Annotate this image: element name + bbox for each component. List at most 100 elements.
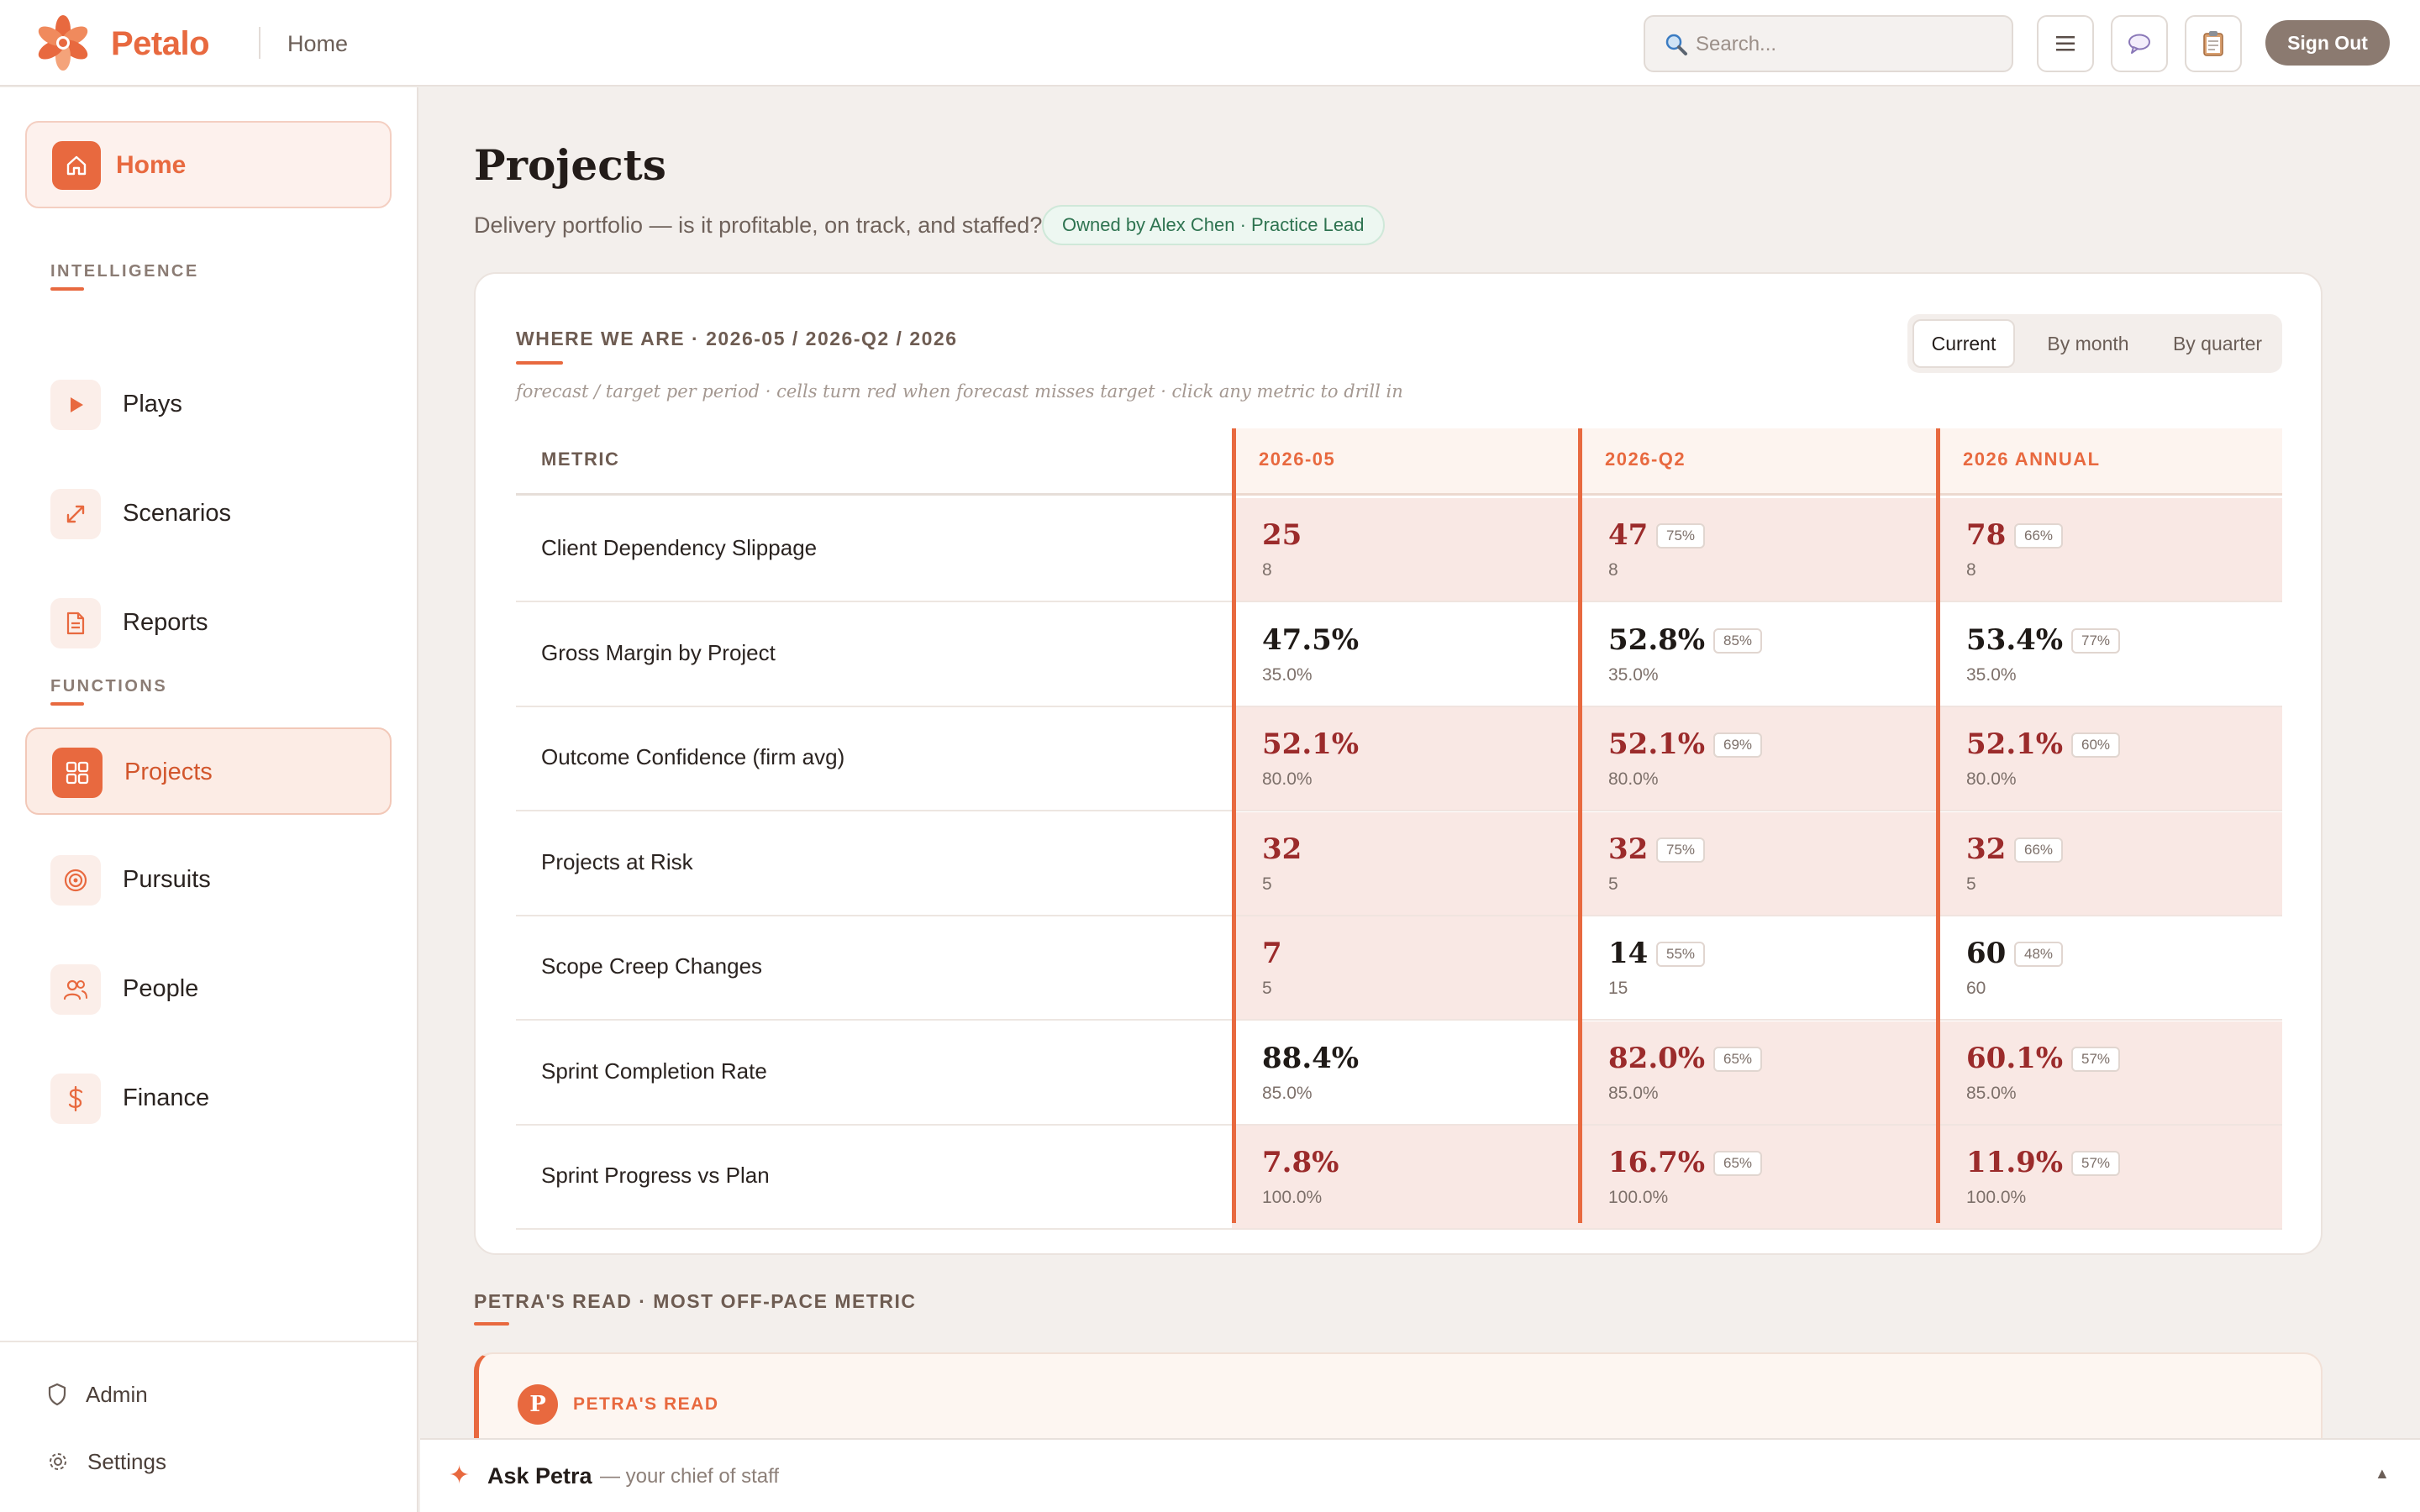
metric-value-cell[interactable]: 52.1% 80.0% [1232, 707, 1578, 811]
sidebar-item-label: Settings [87, 1448, 166, 1474]
home-icon [52, 141, 101, 190]
forecast-value: 16.7% [1608, 1146, 1706, 1179]
metric-name-cell[interactable]: Outcome Confidence (firm avg) [516, 707, 1232, 811]
column-header-annual: 2026 ANNUAL [1936, 428, 2282, 496]
metric-name-cell[interactable]: Scope Creep Changes [516, 916, 1232, 1021]
metric-value-cell[interactable]: 32 5 66% [1936, 811, 2282, 916]
petalo-logo-icon[interactable] [34, 13, 92, 72]
progress-pct-badge: 57% [2071, 1151, 2121, 1176]
sidebar-item-label: Pursuits [123, 866, 211, 893]
forecast-value: 88.4% [1262, 1041, 1360, 1075]
table-row[interactable]: Sprint Completion Rate 88.4% 85.0% 82.0% 85.… [516, 1021, 2282, 1126]
people-icon [50, 964, 101, 1015]
toggle-by-quarter[interactable]: By quarter [2156, 319, 2279, 368]
target-value: 85.0% [1608, 1083, 1659, 1103]
sidebar-item-label: Reports [123, 609, 208, 636]
metric-name: Gross Margin by Project [541, 639, 776, 665]
metric-value-cell[interactable]: 78 8 66% [1936, 498, 2282, 602]
table-row[interactable]: Scope Creep Changes 7 5 14 15 55% 60 60 48% [516, 916, 2282, 1021]
metric-value-cell[interactable]: 60 60 48% [1936, 916, 2282, 1021]
period-divider [1578, 428, 1582, 1223]
metric-value-cell[interactable]: 53.4% 35.0% 77% [1936, 602, 2282, 707]
metric-value-cell[interactable]: 7.8% 100.0% [1232, 1126, 1578, 1230]
search-input[interactable] [1696, 29, 1998, 60]
target-value: 85.0% [1966, 1083, 2017, 1103]
metric-value-cell[interactable]: 14 15 55% [1578, 916, 1936, 1021]
chat-button[interactable] [2111, 15, 2168, 72]
target-value: 5 [1262, 874, 1272, 894]
progress-pct-badge: 85% [1713, 627, 1763, 654]
metric-name-cell[interactable]: Sprint Progress vs Plan [516, 1126, 1232, 1230]
metric-value-cell[interactable]: 32 5 75% [1578, 811, 1936, 916]
metric-value-cell[interactable]: 52.1% 80.0% 69% [1578, 707, 1936, 811]
metric-name-cell[interactable]: Projects at Risk [516, 812, 1232, 916]
metrics-card: WHERE WE ARE · 2026-05 / 2026-Q2 / 2026 … [474, 272, 2323, 1255]
clipboard-icon [2203, 31, 2223, 56]
sidebar-item-scenarios[interactable]: Scenarios [25, 470, 392, 558]
ask-petra-title[interactable]: Ask Petra [487, 1463, 592, 1489]
target-value: 80.0% [1966, 769, 2017, 789]
metric-value-cell[interactable]: 47.5% 35.0% [1232, 602, 1578, 707]
progress-pct-badge: 75% [1656, 523, 1706, 549]
metric-value-cell[interactable]: 25 8 [1232, 498, 1578, 602]
sidebar-item-settings[interactable]: Settings [47, 1445, 166, 1478]
expand-icon [50, 489, 101, 539]
sign-out-button[interactable]: Sign Out [2265, 20, 2390, 66]
toggle-current[interactable]: Current [1912, 319, 2015, 368]
sidebar-item-label: Admin [86, 1381, 148, 1407]
forecast-value: 32 [1966, 832, 2007, 866]
forecast-value: 78 [1966, 518, 2007, 552]
metric-name-cell[interactable]: Client Dependency Slippage [516, 498, 1232, 602]
petra-section-underline [474, 1322, 509, 1326]
metric-value-cell[interactable]: 52.8% 35.0% 85% [1578, 602, 1936, 707]
metric-value-cell[interactable]: 32 5 [1232, 811, 1578, 916]
progress-pct-badge: 60% [2071, 732, 2121, 758]
section-underline [50, 702, 84, 706]
progress-pct-badge: 57% [2071, 1046, 2121, 1072]
metric-name-cell[interactable]: Gross Margin by Project [516, 603, 1232, 707]
table-row[interactable]: Sprint Progress vs Plan 7.8% 100.0% 16.7% 10… [516, 1126, 2282, 1230]
metric-value-cell[interactable]: 11.9% 100.0% 57% [1936, 1126, 2282, 1230]
sparkle-icon: ✦ [449, 1462, 471, 1489]
forecast-value: 53.4% [1966, 622, 2064, 657]
target-value: 80.0% [1262, 769, 1313, 789]
document-icon [50, 598, 101, 648]
forecast-value: 52.1% [1966, 727, 2064, 761]
sidebar-item-plays[interactable]: Plays [25, 361, 392, 449]
table-row[interactable]: Outcome Confidence (firm avg) 52.1% 80.0% 5… [516, 707, 2282, 811]
forecast-value: 82.0% [1608, 1041, 1706, 1075]
metric-value-cell[interactable]: 52.1% 80.0% 60% [1936, 707, 2282, 811]
ask-petra-bar[interactable]: ✦ Ask Petra — your chief of staff ▲ [420, 1438, 2420, 1512]
petra-read-label: PETRA'S READ [573, 1394, 719, 1414]
metric-value-cell[interactable]: 47 8 75% [1578, 498, 1936, 602]
brand-name[interactable]: Petalo [111, 20, 210, 67]
metric-value-cell[interactable]: 16.7% 100.0% 65% [1578, 1126, 1936, 1230]
sidebar-item-reports[interactable]: Reports [25, 580, 392, 667]
clipboard-button[interactable] [2185, 15, 2242, 72]
progress-pct-badge: 66% [2014, 837, 2064, 863]
breadcrumb[interactable]: Home [287, 29, 348, 59]
toggle-by-month[interactable]: By month [2025, 319, 2151, 368]
target-value: 85.0% [1262, 1083, 1313, 1103]
sidebar: Home INTELLIGENCE Plays Scenarios Report… [0, 87, 418, 1512]
petra-avatar: P [518, 1384, 558, 1425]
target-value: 5 [1966, 874, 1976, 894]
expand-caret-icon[interactable]: ▲ [2375, 1465, 2390, 1483]
table-row[interactable]: Gross Margin by Project 47.5% 35.0% 52.8% 35… [516, 602, 2282, 707]
metric-name-cell[interactable]: Sprint Completion Rate [516, 1021, 1232, 1126]
metric-value-cell[interactable]: 82.0% 85.0% 65% [1578, 1021, 1936, 1126]
table-row[interactable]: Client Dependency Slippage 25 8 47 8 75% 78 8 66… [516, 498, 2282, 602]
sidebar-item-pursuits[interactable]: Pursuits [25, 837, 392, 924]
sidebar-item-admin[interactable]: Admin [47, 1378, 148, 1411]
sidebar-item-projects[interactable]: Projects [25, 727, 392, 815]
table-row[interactable]: Projects at Risk 32 5 32 5 75% 32 5 66% [516, 811, 2282, 916]
sidebar-item-people[interactable]: People [25, 946, 392, 1033]
metric-value-cell[interactable]: 60.1% 85.0% 57% [1936, 1021, 2282, 1126]
sidebar-item-finance[interactable]: Finance [25, 1055, 392, 1142]
metric-value-cell[interactable]: 75 [1232, 916, 1578, 1021]
metric-value-cell[interactable]: 88.4% 85.0% [1232, 1021, 1578, 1126]
sidebar-item-home[interactable]: Home [25, 121, 392, 208]
search-box[interactable] [1644, 15, 2013, 72]
sidebar-item-label: Scenarios [123, 500, 231, 527]
menu-button[interactable] [2037, 15, 2094, 72]
